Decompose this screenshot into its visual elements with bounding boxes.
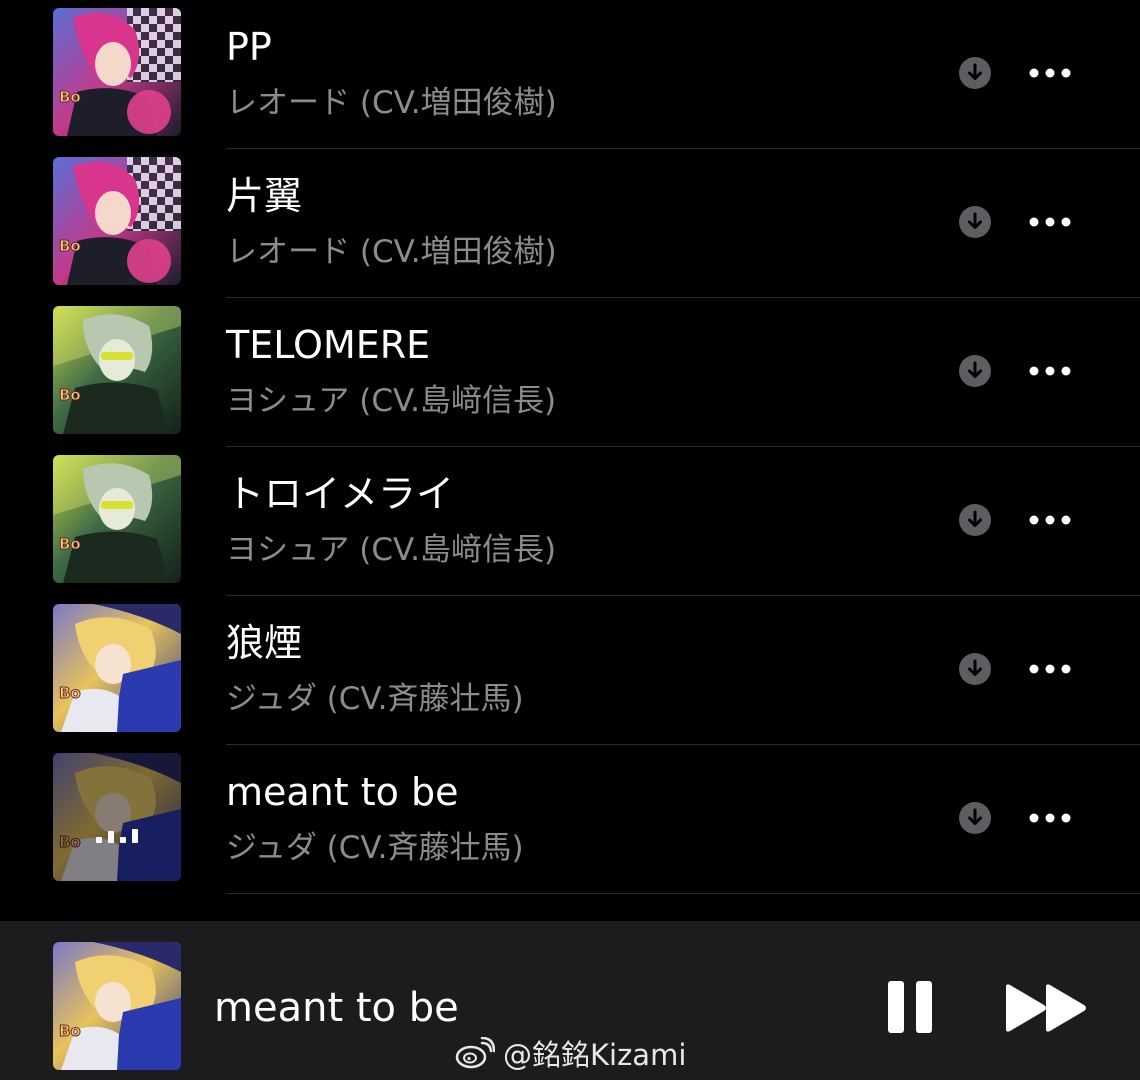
svg-text:Bo: Bo (59, 684, 81, 702)
track-title: 狼煙 (226, 621, 303, 665)
ellipsis-icon[interactable] (1026, 807, 1074, 829)
track-row[interactable]: Bo トロイメライ ヨシュア (CV.島﨑信長) (0, 447, 1140, 596)
track-row[interactable]: Bo 片翼 レオード (CV.増田俊樹) (0, 149, 1140, 298)
watermark-text: @銘銘Kizami (503, 1038, 687, 1072)
weibo-logo-icon (455, 1037, 495, 1069)
svg-text:Bo: Bo (59, 386, 81, 404)
cloud-download-icon[interactable] (958, 652, 992, 686)
album-artwork: Bo (53, 157, 181, 285)
cloud-download-icon[interactable] (958, 801, 992, 835)
track-artist: レオード (CV.増田俊樹) (226, 85, 557, 121)
pause-icon[interactable] (884, 979, 936, 1035)
ellipsis-icon[interactable] (1026, 509, 1074, 531)
cloud-download-icon[interactable] (958, 205, 992, 239)
cloud-download-icon[interactable] (958, 56, 992, 90)
track-title: PP (226, 25, 272, 69)
svg-text:Bo: Bo (59, 1022, 81, 1040)
track-title: TELOMERE (226, 323, 431, 367)
album-artwork: Bo (53, 604, 181, 732)
svg-text:Bo: Bo (59, 237, 81, 255)
track-row-now-playing[interactable]: Bo meant to be ジュダ (CV.斉藤壮馬) (0, 745, 1140, 894)
track-artist: レオード (CV.増田俊樹) (226, 234, 557, 270)
equalizer-bars-icon (96, 829, 138, 843)
cloud-download-icon[interactable] (958, 503, 992, 537)
track-row[interactable]: Bo 狼煙 ジュダ (CV.斉藤壮馬) (0, 596, 1140, 745)
cloud-download-icon[interactable] (958, 354, 992, 388)
svg-text:Bo: Bo (59, 88, 81, 106)
album-artwork: Bo (53, 8, 181, 136)
track-title: meant to be (226, 770, 459, 814)
ellipsis-icon[interactable] (1026, 211, 1074, 233)
watermark: @銘銘Kizami (455, 1033, 686, 1073)
track-artist: ジュダ (CV.斉藤壮馬) (226, 681, 524, 717)
track-artist: ヨシュア (CV.島﨑信長) (226, 383, 557, 419)
album-artwork: Bo (53, 306, 181, 434)
svg-text:Bo: Bo (59, 535, 81, 553)
now-playing-title[interactable]: meant to be (214, 984, 459, 1032)
ellipsis-icon[interactable] (1026, 62, 1074, 84)
track-artist: ヨシュア (CV.島﨑信長) (226, 532, 557, 568)
track-row[interactable]: Bo TELOMERE ヨシュア (CV.島﨑信長) (0, 298, 1140, 447)
ellipsis-icon[interactable] (1026, 360, 1074, 382)
track-title: 片翼 (226, 174, 303, 218)
fast-forward-icon[interactable] (1002, 983, 1090, 1033)
now-playing-artwork[interactable]: Bo (53, 942, 181, 1070)
row-separator (226, 893, 1140, 894)
track-title: トロイメライ (226, 472, 455, 516)
ellipsis-icon[interactable] (1026, 658, 1074, 680)
track-artist: ジュダ (CV.斉藤壮馬) (226, 830, 524, 866)
album-artwork: Bo (53, 455, 181, 583)
track-row[interactable]: Bo PP レオード (CV.増田俊樹) (0, 0, 1140, 149)
album-artwork: Bo (53, 753, 181, 881)
